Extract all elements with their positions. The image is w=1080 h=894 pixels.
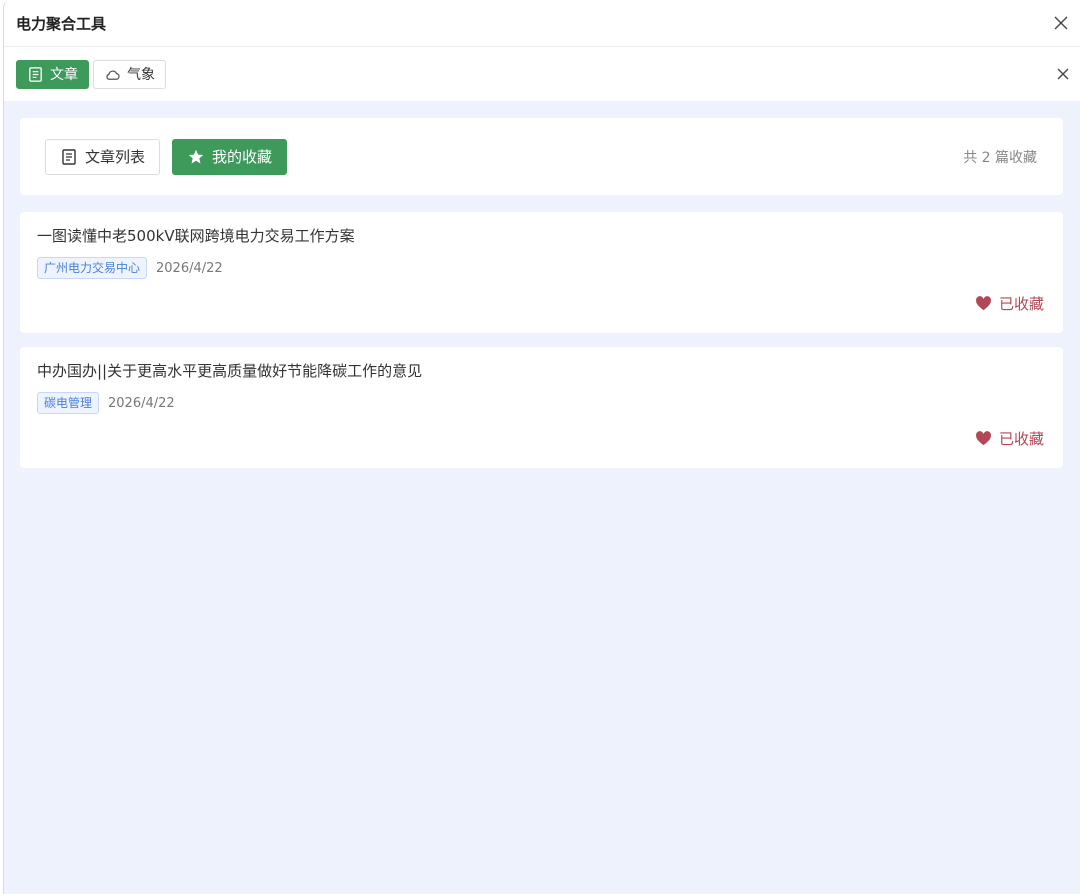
article-date: 2026/4/22 [156,260,223,276]
article-title[interactable]: 中办国办||关于更高水平更高质量做好节能降碳工作的意见 [37,361,1046,381]
favorited-label: 已收藏 [998,295,1044,313]
favorited-button[interactable]: 已收藏 [975,428,1044,449]
app-window: 电力聚合工具 文章 气象 文章列表 我的收藏 共 2 篇收藏 一图读懂中老500… [3,0,1080,894]
title-bar: 电力聚合工具 [4,0,1080,47]
article-card[interactable]: 中办国办||关于更高水平更高质量做好节能降碳工作的意见 碳电管理 2026/4/… [20,347,1063,468]
article-meta: 广州电力交易中心 2026/4/22 [37,257,1046,279]
article-toolbar: 文章列表 我的收藏 共 2 篇收藏 [20,118,1063,195]
tab-label: 文章 [50,67,78,83]
heart-icon [975,295,992,312]
my-favorites-button[interactable]: 我的收藏 [172,138,288,175]
document-icon [27,66,44,83]
tab-articles[interactable]: 文章 [16,59,89,89]
article-title[interactable]: 一图读懂中老500kV联网跨境电力交易工作方案 [37,226,1046,246]
article-card[interactable]: 一图读懂中老500kV联网跨境电力交易工作方案 广州电力交易中心 2026/4/… [20,212,1063,333]
favorited-button[interactable]: 已收藏 [975,293,1044,314]
document-icon [60,148,78,166]
heart-icon [975,430,992,447]
window-title: 电力聚合工具 [16,14,107,33]
tab-list: 文章 气象 [16,59,166,89]
star-icon [187,148,205,166]
article-list-button[interactable]: 文章列表 [45,138,161,175]
main-content: 文章列表 我的收藏 共 2 篇收藏 一图读懂中老500kV联网跨境电力交易工作方… [4,101,1080,894]
window-close-icon[interactable] [1052,14,1070,32]
favorites-count: 共 2 篇收藏 [963,149,1037,166]
tab-close-icon[interactable] [1054,65,1072,83]
tab-label: 气象 [127,67,155,83]
source-tag: 广州电力交易中心 [37,257,148,279]
article-date: 2026/4/22 [108,395,175,411]
button-label: 文章列表 [85,148,146,166]
article-meta: 碳电管理 2026/4/22 [37,392,1046,414]
button-label: 我的收藏 [212,148,273,166]
tab-bar: 文章 气象 [4,47,1080,101]
favorited-label: 已收藏 [998,430,1044,448]
tab-weather[interactable]: 气象 [93,59,166,89]
cloud-icon [104,66,121,83]
toolbar-buttons: 文章列表 我的收藏 [45,138,288,175]
source-tag: 碳电管理 [37,392,100,414]
